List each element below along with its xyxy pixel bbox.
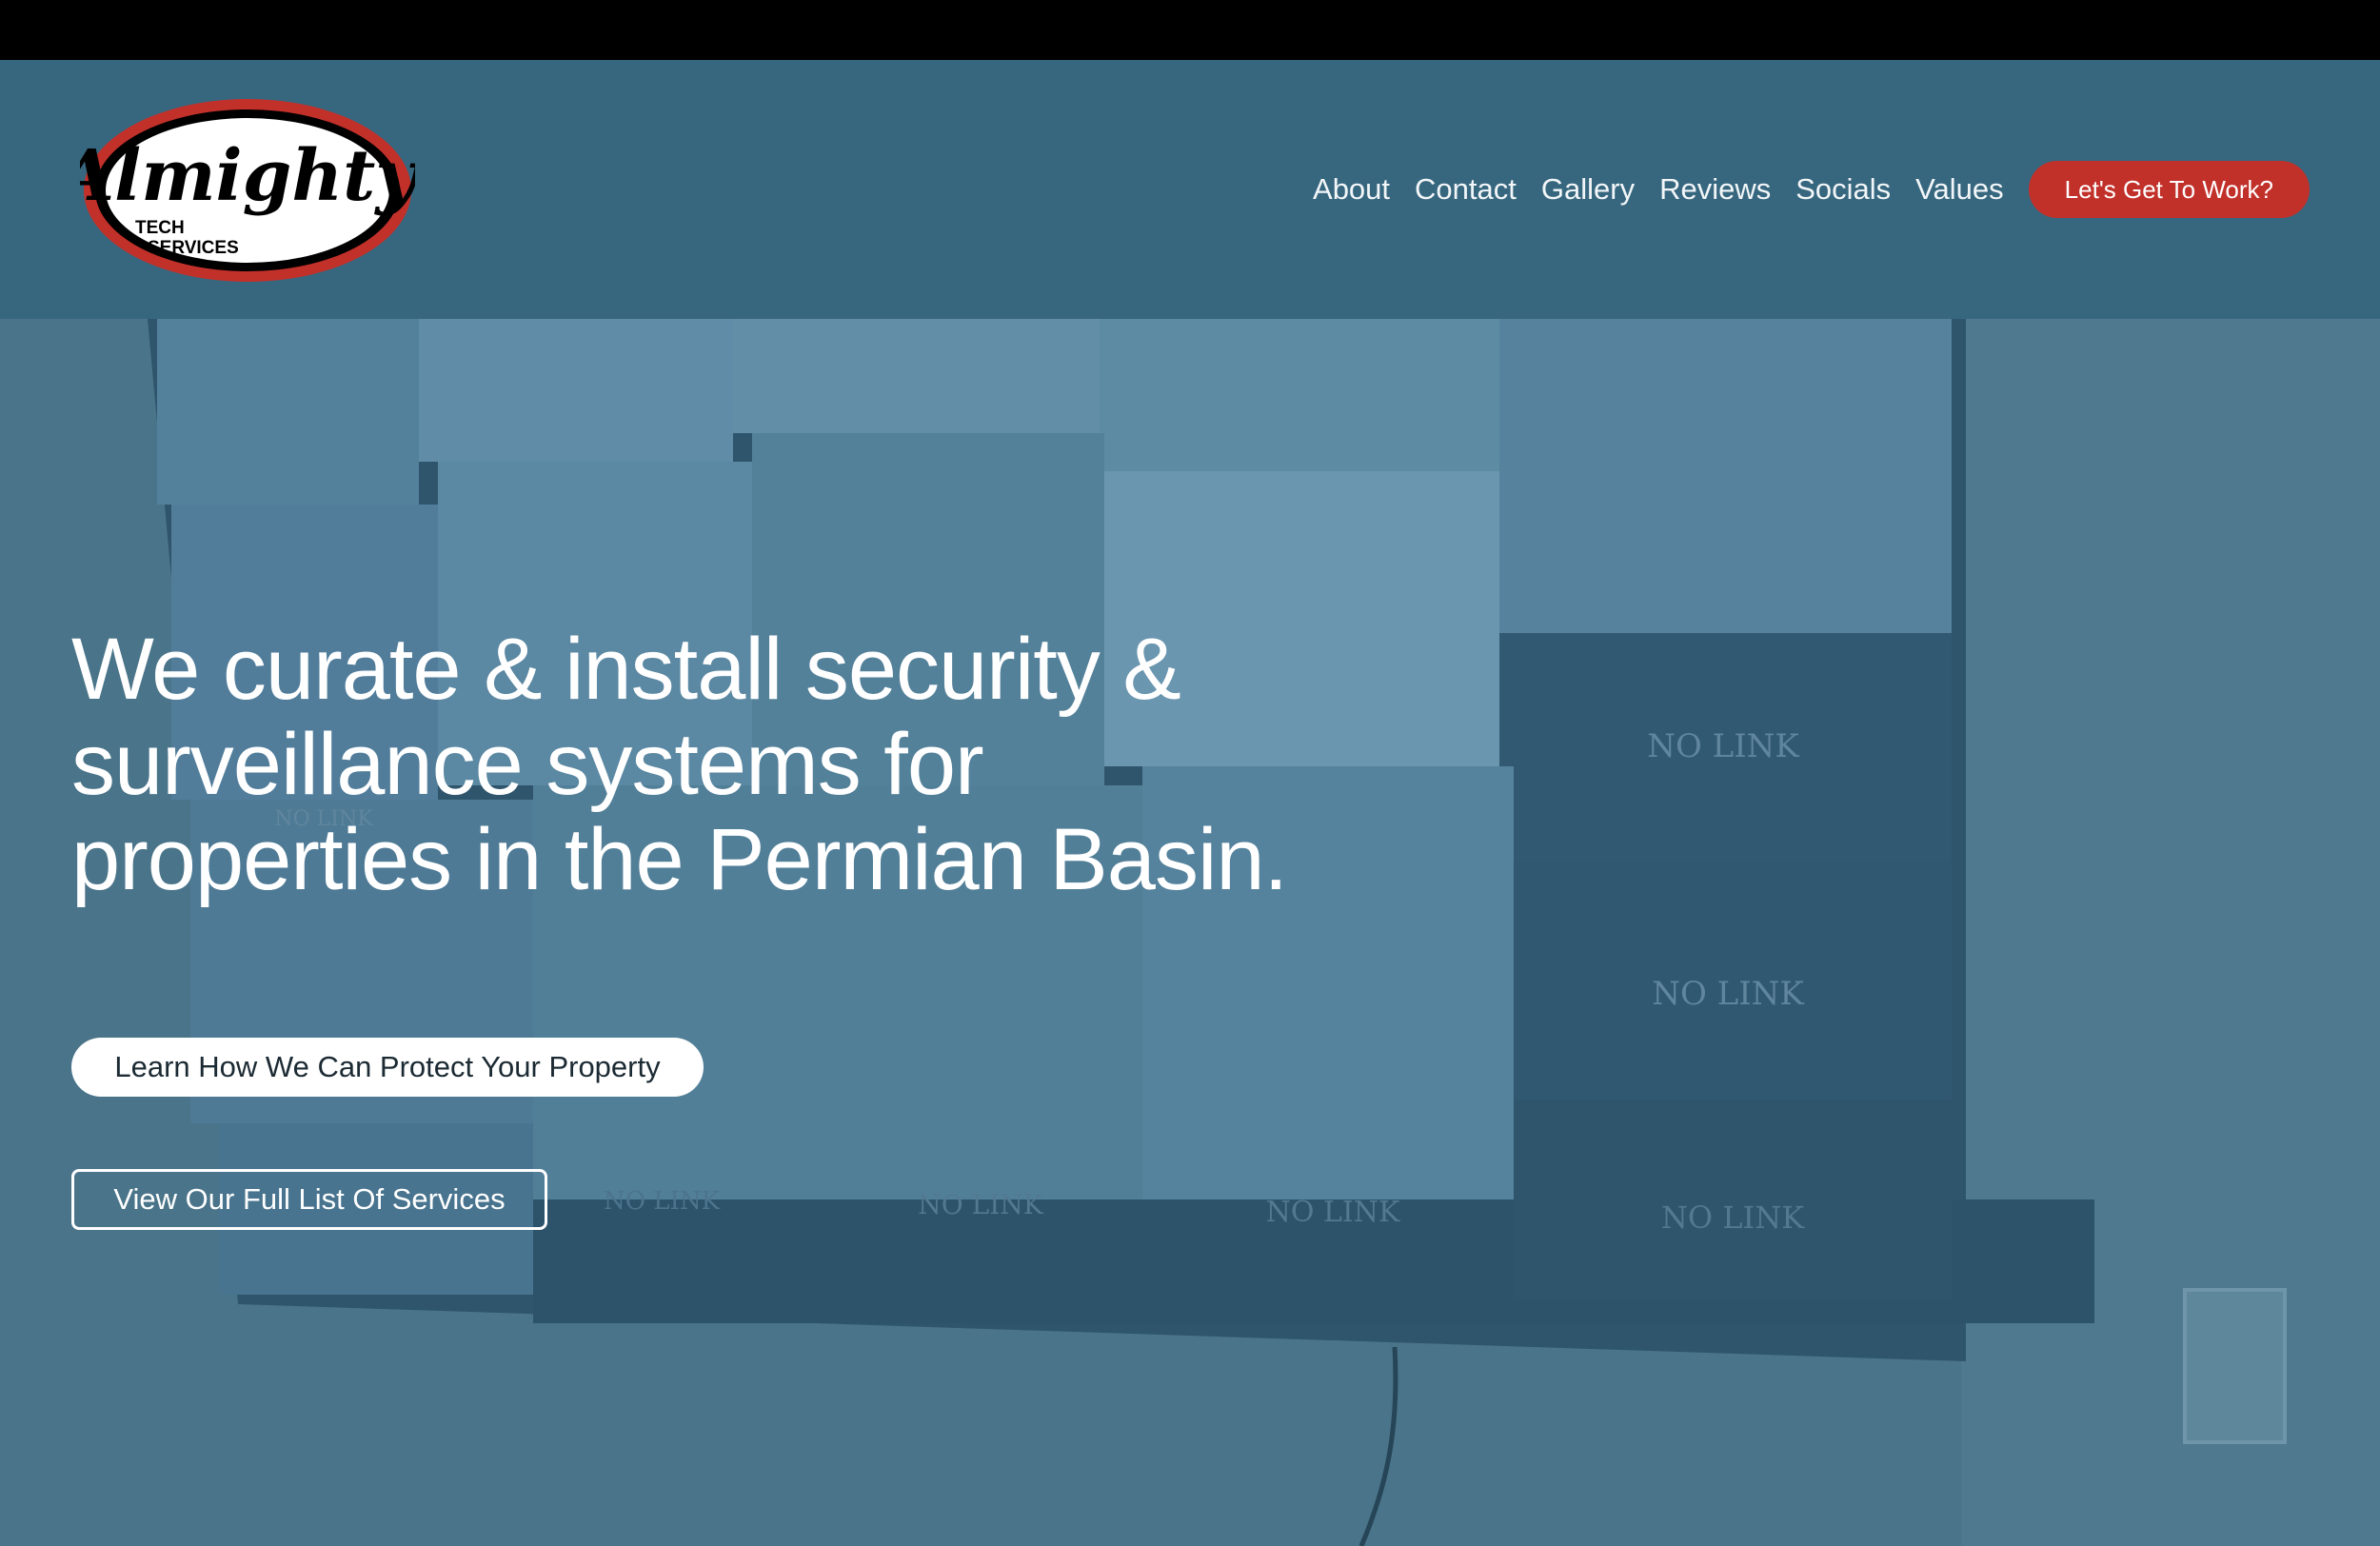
- nav-gallery[interactable]: Gallery: [1541, 172, 1635, 207]
- nav-socials[interactable]: Socials: [1795, 172, 1891, 207]
- nav-contact[interactable]: Contact: [1415, 172, 1517, 207]
- site-header: Almighty TECH SERVICES About Contact Gal…: [0, 60, 2380, 319]
- nav-reviews[interactable]: Reviews: [1659, 172, 1771, 207]
- nav-values[interactable]: Values: [1915, 172, 2004, 207]
- hero-headline-line: surveillance systems for: [71, 716, 984, 813]
- full-services-button[interactable]: View Our Full List Of Services: [71, 1169, 547, 1230]
- logo-badge-icon: Almighty TECH SERVICES: [54, 99, 421, 282]
- lets-get-to-work-button[interactable]: Let's Get To Work?: [2028, 161, 2310, 218]
- main-nav: About Contact Gallery Reviews Socials Va…: [1313, 161, 2310, 218]
- hero-headline-line: properties in the Permian Basin.: [71, 811, 1288, 908]
- hero-headline-line: We curate & install security &: [71, 621, 1181, 718]
- top-black-bar: [0, 0, 2380, 60]
- logo-line-services: SERVICES: [148, 238, 239, 258]
- protect-property-button[interactable]: Learn How We Can Protect Your Property: [71, 1038, 704, 1097]
- nav-about[interactable]: About: [1313, 172, 1390, 207]
- surveillance-monitor-image: NO LINK NO LINK NO LINK NO LINK NO LINK …: [0, 319, 2380, 1546]
- hero-section: NO LINK NO LINK NO LINK NO LINK NO LINK …: [0, 319, 2380, 1546]
- almighty-logo[interactable]: Almighty TECH SERVICES: [54, 95, 421, 286]
- logo-script: Almighty: [80, 135, 415, 217]
- hero-headline: We curate & install security & surveilla…: [71, 622, 1404, 907]
- logo-line-tech: TECH: [135, 218, 185, 238]
